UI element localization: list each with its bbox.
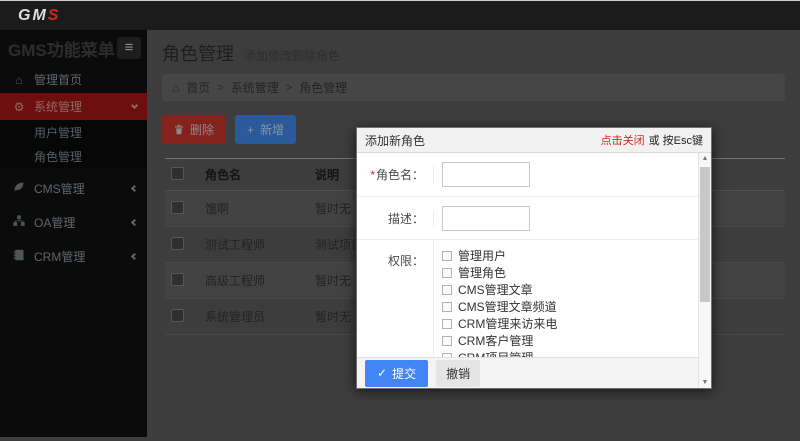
hamburger-menu-button[interactable]: ≡ <box>117 37 141 59</box>
scroll-down-icon[interactable]: ▼ <box>699 379 711 386</box>
logo-text-s: S <box>48 7 61 24</box>
sidebar-item-label: 用户管理 <box>34 124 82 141</box>
modal-header: 添加新角色 点击关闭 或 按Esc键 <box>357 128 711 153</box>
add-button[interactable]: + 新增 <box>235 115 296 144</box>
role-name-cell: 测试工程师 <box>199 227 309 263</box>
sidebar-item-oa[interactable]: OA管理 <box>0 209 147 236</box>
permission-checkbox[interactable] <box>442 336 452 346</box>
top-bar: GMS <box>0 0 800 30</box>
permission-item: CRM管理来访来电 <box>442 315 557 332</box>
permission-label: CRM客户管理 <box>458 332 533 349</box>
row-checkbox[interactable] <box>171 237 184 250</box>
sidebar-item-system[interactable]: ⚙ 系统管理 <box>0 93 147 120</box>
gms-logo: GMS <box>18 7 60 25</box>
add-button-label: 新增 <box>260 121 284 138</box>
permission-checkbox[interactable] <box>442 268 452 278</box>
row-checkbox[interactable] <box>171 273 184 286</box>
scrollbar-thumb[interactable] <box>700 167 710 302</box>
permission-checkbox[interactable] <box>442 285 452 295</box>
select-all-checkbox[interactable] <box>171 167 184 180</box>
chevron-left-icon <box>131 253 138 260</box>
sidebar-item-users[interactable]: 用户管理 <box>0 120 147 144</box>
home-icon: ⌂ <box>12 73 26 87</box>
sidebar-item-label: CRM管理 <box>34 248 85 265</box>
submit-button[interactable]: ✓ 提交 <box>365 360 428 387</box>
modal-footer: ✓ 提交 撤销 <box>357 357 698 388</box>
description-label: 描述： <box>357 210 434 227</box>
modal-title: 添加新角色 <box>365 132 601 149</box>
sidebar-item-label: 系统管理 <box>34 98 82 115</box>
description-input[interactable] <box>442 206 530 231</box>
permission-item: CMS管理文章 <box>442 281 557 298</box>
column-header-name: 角色名 <box>199 159 309 191</box>
permission-item: CMS管理文章频道 <box>442 298 557 315</box>
permission-item: 管理角色 <box>442 264 557 281</box>
logo-text-gm: GM <box>18 7 48 24</box>
permission-checkbox[interactable] <box>442 251 452 261</box>
breadcrumb-roles[interactable]: 角色管理 <box>299 79 347 96</box>
breadcrumb: ⌂ 首页 > 系统管理 > 角色管理 <box>162 74 785 101</box>
cancel-button[interactable]: 撤销 <box>436 360 480 387</box>
plus-icon: + <box>247 123 254 137</box>
sidebar-item-label: OA管理 <box>34 214 75 231</box>
chevron-down-icon <box>131 102 138 109</box>
modal-body: * 角色名： 描述： 权限： 管理用户 管理角色 <box>357 153 698 388</box>
permission-checkbox[interactable] <box>442 302 452 312</box>
modal-scrollbar[interactable]: ▲ ▼ <box>698 153 711 388</box>
leaf-icon <box>12 181 26 196</box>
role-name-input[interactable] <box>442 162 530 187</box>
sidebar: GMS功能菜单 ≡ ⌂ 管理首页 ⚙ 系统管理 用户管理 角色管理 CMS管理 <box>0 30 147 437</box>
row-checkbox[interactable] <box>171 201 184 214</box>
sidebar-item-label: 管理首页 <box>34 71 82 88</box>
role-name-field-row: * 角色名： <box>357 153 698 197</box>
sidebar-item-label: CMS管理 <box>34 180 85 197</box>
hamburger-icon: ≡ <box>125 39 134 56</box>
gear-icon: ⚙ <box>12 100 26 114</box>
breadcrumb-system[interactable]: 系统管理 <box>231 79 279 96</box>
breadcrumb-separator: > <box>217 82 223 94</box>
home-icon: ⌂ <box>172 81 179 95</box>
description-field-row: 描述： <box>357 197 698 240</box>
role-name-cell: 系统管理员 <box>199 299 309 335</box>
sidebar-item-roles[interactable]: 角色管理 <box>0 144 147 168</box>
page-header: 角色管理 添加修改删除角色 <box>147 30 800 72</box>
permission-label: CRM管理来访来电 <box>458 315 557 332</box>
permission-label: 管理角色 <box>458 264 506 281</box>
required-mark: * <box>370 168 375 182</box>
permission-checkbox[interactable] <box>442 319 452 329</box>
trash-icon <box>174 124 184 135</box>
delete-button-label: 删除 <box>190 121 214 138</box>
address-book-icon <box>12 249 26 264</box>
scroll-up-icon[interactable]: ▲ <box>699 155 711 162</box>
chevron-left-icon <box>131 219 138 226</box>
sitemap-icon <box>12 215 26 230</box>
breadcrumb-home[interactable]: 首页 <box>186 79 210 96</box>
sidebar-title: GMS功能菜单 <box>8 36 117 61</box>
role-name-cell: 高级工程师 <box>199 263 309 299</box>
cancel-button-label: 撤销 <box>446 367 470 381</box>
permission-item: CRM客户管理 <box>442 332 557 349</box>
page-subtitle: 添加修改删除角色 <box>244 47 340 64</box>
sidebar-item-crm[interactable]: CRM管理 <box>0 243 147 270</box>
permission-item: 管理用户 <box>442 247 557 264</box>
submit-button-label: 提交 <box>392 365 416 382</box>
chevron-left-icon <box>131 185 138 192</box>
row-checkbox[interactable] <box>171 309 184 322</box>
modal-close-hint: 或 按Esc键 <box>649 132 703 148</box>
permission-label: CMS管理文章 <box>458 281 533 298</box>
permission-label: CMS管理文章频道 <box>458 298 557 315</box>
role-name-label: * 角色名： <box>357 166 434 183</box>
breadcrumb-separator: > <box>286 82 292 94</box>
sidebar-item-cms[interactable]: CMS管理 <box>0 175 147 202</box>
delete-button[interactable]: 删除 <box>162 115 226 144</box>
role-name-cell: 饿啊 <box>199 191 309 227</box>
sidebar-header: GMS功能菜单 ≡ <box>0 30 147 66</box>
check-icon: ✓ <box>377 366 387 380</box>
modal-close-link[interactable]: 点击关闭 <box>601 132 645 148</box>
sidebar-item-label: 角色管理 <box>34 148 82 165</box>
sidebar-item-home[interactable]: ⌂ 管理首页 <box>0 66 147 93</box>
permission-label: 管理用户 <box>458 247 506 264</box>
add-role-modal: 添加新角色 点击关闭 或 按Esc键 * 角色名： 描述： 权限： <box>356 127 712 389</box>
page-title: 角色管理 <box>162 40 234 66</box>
